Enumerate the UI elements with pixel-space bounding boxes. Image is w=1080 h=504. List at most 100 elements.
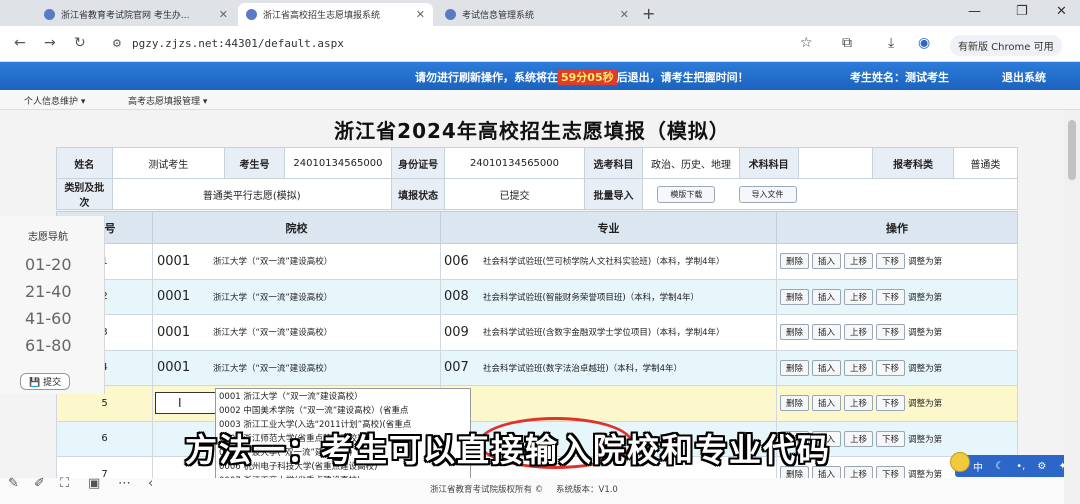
extensions-icon[interactable]: ⧉ <box>842 35 852 51</box>
page-scrollbar[interactable] <box>1064 110 1080 504</box>
insert-button[interactable]: 插入 <box>812 359 842 376</box>
delete-button[interactable]: 删除 <box>780 359 810 376</box>
major-code[interactable]: 008 <box>441 289 483 304</box>
range-link[interactable]: 61-80 <box>25 332 104 359</box>
site-info-icon[interactable]: ⚙ <box>112 37 122 50</box>
move-up-button[interactable]: 上移 <box>844 253 874 270</box>
dropdown-option[interactable]: 0002 中国美术学院（“双一流”建设高校）(省重点 <box>216 403 470 417</box>
page-title: 浙江省2024年高校招生志愿填报（模拟） <box>334 119 730 143</box>
punctuation-icon[interactable]: •, <box>1016 461 1025 472</box>
table-row: 10001浙江大学（“双一流”建设高校）006社会科学试验班(竺可桢学院人文社科… <box>56 243 1018 280</box>
delete-button[interactable]: 删除 <box>780 324 810 341</box>
tab-close-icon[interactable]: ✕ <box>410 8 425 21</box>
chrome-update-button[interactable]: 有新版 Chrome 可用 <box>950 35 1062 56</box>
record-icon[interactable]: ▣ <box>88 476 100 491</box>
collapse-icon[interactable]: ‹ <box>148 476 153 491</box>
move-down-button[interactable]: 下移 <box>876 395 906 412</box>
back-icon[interactable]: ← <box>14 35 26 51</box>
major-code[interactable]: 007 <box>441 360 483 375</box>
major-code[interactable]: 009 <box>441 325 483 340</box>
adjust-position-link[interactable]: 调整为第 <box>908 435 942 445</box>
delete-button[interactable]: 删除 <box>780 253 810 270</box>
ops-cell: 删除 插入 上移 下移 调整为第 <box>776 278 1018 315</box>
reload-icon[interactable]: ↻ <box>74 35 86 51</box>
major-code[interactable]: 006 <box>441 254 483 269</box>
range-link[interactable]: 41-60 <box>25 305 104 332</box>
range-link[interactable]: 01-20 <box>25 251 104 278</box>
move-up-button[interactable]: 上移 <box>844 430 874 447</box>
ops-cell: 删除 插入 上移 下移 调整为第 <box>776 349 1018 386</box>
menu-personal-info[interactable]: 个人信息维护 ▾ <box>24 94 85 107</box>
maximize-icon[interactable]: ❐ <box>1016 4 1028 19</box>
browser-tab-1[interactable]: 浙江省教育考试院官网 考生办... ✕ <box>36 3 236 26</box>
scrollbar-thumb[interactable] <box>1068 120 1076 180</box>
school-code-input[interactable]: I <box>155 392 217 415</box>
browser-tab-3[interactable]: 考试信息管理系统 ✕ <box>437 3 637 26</box>
submit-button[interactable]: 💾 提交 <box>20 373 71 390</box>
school-code[interactable]: 0001 <box>153 360 213 375</box>
tab-close-icon[interactable]: ✕ <box>213 8 228 21</box>
menu-volunteer-management[interactable]: 高考志愿填报管理 ▾ <box>128 94 207 107</box>
school-cell: 0001 浙江大学（“双一流”建设高校） <box>152 314 441 351</box>
insert-button[interactable]: 插入 <box>812 253 842 270</box>
version-text: 系统版本：V1.0 <box>556 485 618 495</box>
browser-tab-2[interactable]: 浙江省高校招生志愿填报系统 ✕ <box>238 3 433 26</box>
insert-button[interactable]: 插入 <box>812 288 842 305</box>
adjust-position-link[interactable]: 调整为第 <box>908 399 942 409</box>
adjust-position-link[interactable]: 调整为第 <box>908 293 942 303</box>
subjects-label: 选考科目 <box>583 147 644 179</box>
moon-icon[interactable]: ☾ <box>995 461 1004 472</box>
more-icon[interactable]: ⋯ <box>118 476 131 491</box>
close-window-icon[interactable]: ✕ <box>1056 4 1067 19</box>
brush-icon[interactable]: ✐ <box>34 476 45 491</box>
move-up-button[interactable]: 上移 <box>844 359 874 376</box>
tab-title: 考试信息管理系统 <box>462 11 535 21</box>
move-up-button[interactable]: 上移 <box>844 288 874 305</box>
move-down-button[interactable]: 下移 <box>876 430 906 447</box>
move-down-button[interactable]: 下移 <box>876 359 906 376</box>
tab-favicon-icon <box>445 9 456 20</box>
delete-button[interactable]: 删除 <box>780 395 810 412</box>
profile-icon[interactable]: ◉ <box>918 35 930 51</box>
seq-cell: 6 <box>56 420 153 457</box>
table-row: 30001浙江大学（“双一流”建设高校）009社会科学试验班(含数字金融双学士学… <box>56 314 1018 351</box>
school-name: 浙江大学（“双一流”建设高校） <box>213 363 333 374</box>
name-value: 测试考生 <box>111 147 226 179</box>
ime-lang[interactable]: 中 <box>973 459 983 474</box>
bookmark-star-icon[interactable]: ☆ <box>800 35 813 51</box>
school-code[interactable]: 0001 <box>153 254 213 269</box>
minimize-icon[interactable]: — <box>968 4 981 19</box>
dropdown-option[interactable]: 0001 浙江大学（“双一流”建设高校） <box>216 389 470 403</box>
pen-icon[interactable]: ✎ <box>8 476 19 491</box>
delete-button[interactable]: 删除 <box>780 288 810 305</box>
range-link[interactable]: 21-40 <box>25 278 104 305</box>
adjust-position-link[interactable]: 调整为第 <box>908 257 942 267</box>
move-down-button[interactable]: 下移 <box>876 324 906 341</box>
logout-link[interactable]: 退出系统 <box>1002 69 1046 85</box>
move-down-button[interactable]: 下移 <box>876 253 906 270</box>
screenshot-icon[interactable]: ⛶ <box>60 476 69 491</box>
major-cell: 008 社会科学试验班(智能财务荣誉项目班)（本科，学制4年） <box>440 278 777 315</box>
move-down-button[interactable]: 下移 <box>876 288 906 305</box>
url-input[interactable]: pgzy.zjzs.net:44301/default.aspx <box>132 32 852 56</box>
settings-icon[interactable]: ⚙ <box>1037 461 1046 472</box>
move-up-button[interactable]: 上移 <box>844 324 874 341</box>
tab-favicon-icon <box>44 9 55 20</box>
import-label: 批量导入 <box>583 178 644 210</box>
student-name: 考生姓名：测试考生 <box>850 71 949 84</box>
site-header: 请勿进行刷新操作，系统将在 59分05秒 后退出，请考生把握时间！ 考生姓名：测试考… <box>0 62 1080 90</box>
move-up-button[interactable]: 上移 <box>844 395 874 412</box>
forward-icon[interactable]: → <box>44 35 56 51</box>
insert-button[interactable]: 插入 <box>812 324 842 341</box>
ime-toolbar[interactable]: 中 ☾ •, ⚙ ✦ <box>955 455 1073 477</box>
download-icon[interactable]: ⤓ <box>888 35 894 51</box>
adjust-position-link[interactable]: 调整为第 <box>908 328 942 338</box>
adjust-position-link[interactable]: 调整为第 <box>908 364 942 374</box>
template-download-button[interactable]: 模版下载 <box>657 185 716 203</box>
import-file-button[interactable]: 导入文件 <box>738 185 797 203</box>
tab-close-icon[interactable]: ✕ <box>614 8 629 21</box>
new-tab-icon[interactable]: + <box>642 4 655 23</box>
insert-button[interactable]: 插入 <box>812 395 842 412</box>
school-code[interactable]: 0001 <box>153 289 213 304</box>
school-code[interactable]: 0001 <box>153 325 213 340</box>
